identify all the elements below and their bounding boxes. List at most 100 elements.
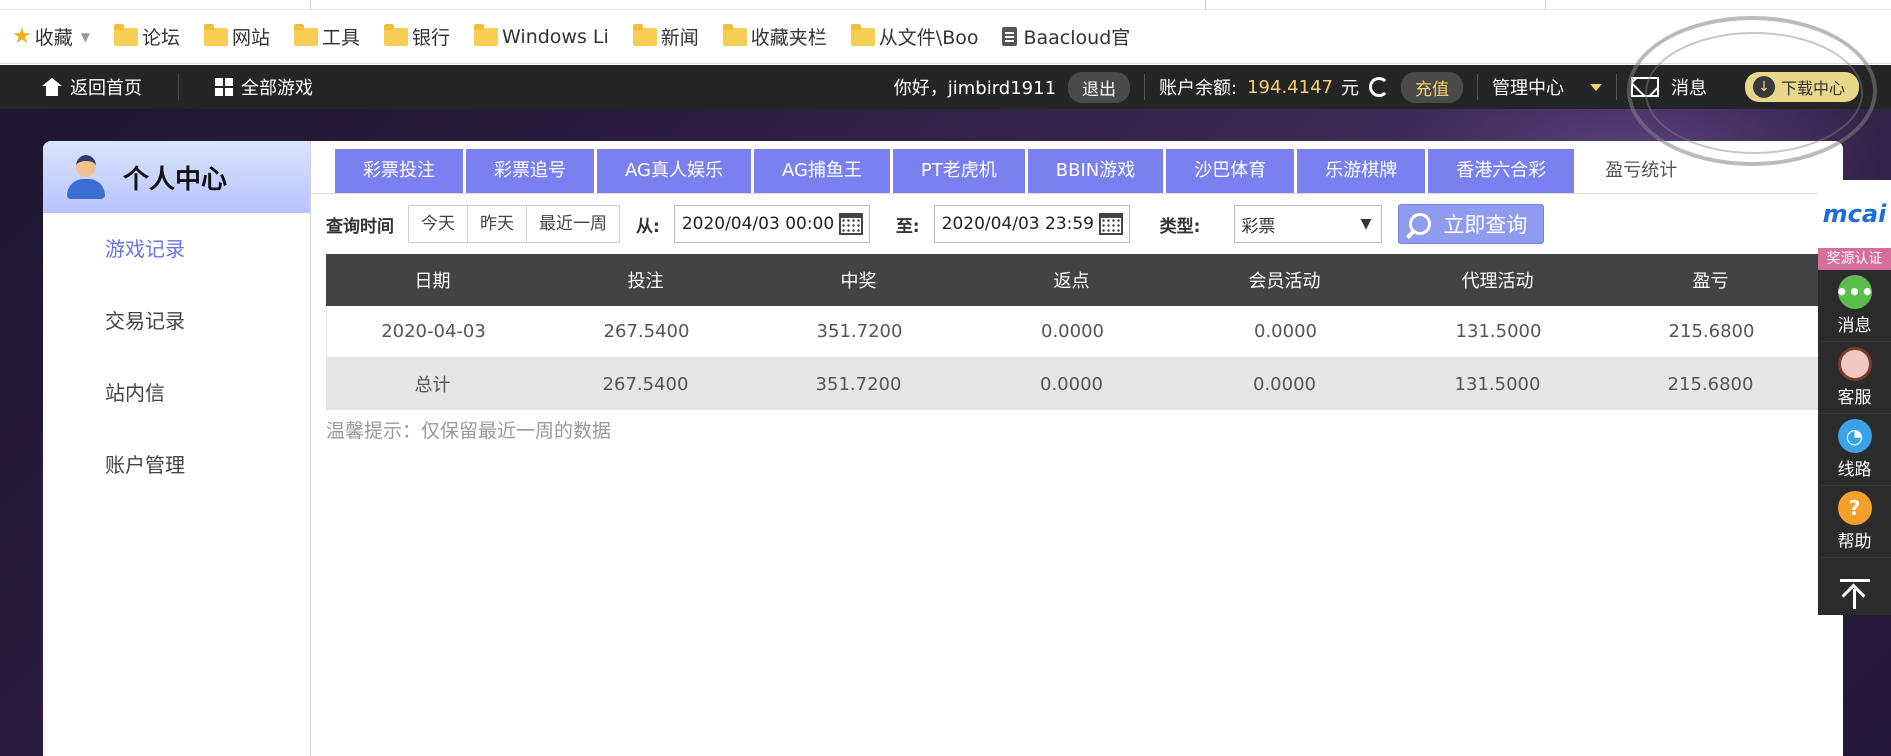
table-header-row: 日期 投注 中奖 返点 会员活动 代理活动 盈亏 bbox=[326, 254, 1843, 306]
sidebar-item-account-management[interactable]: 账户管理 bbox=[43, 429, 310, 501]
tab-saba-sports[interactable]: 沙巴体育 bbox=[1166, 149, 1295, 193]
folder-icon bbox=[632, 23, 657, 46]
chevron-down-icon: ▼ bbox=[1360, 216, 1372, 232]
tab-bbin[interactable]: BBIN游戏 bbox=[1027, 149, 1164, 193]
bookmark-folder[interactable]: 收藏夹栏 bbox=[722, 23, 827, 50]
column-header: 盈亏 bbox=[1692, 271, 1729, 292]
bookmark-folder[interactable]: 新闻 bbox=[632, 23, 699, 50]
tab-pt-slots[interactable]: PT老虎机 bbox=[892, 149, 1025, 193]
help-icon: ? bbox=[1837, 491, 1872, 525]
table-row: 2020-04-03 267.5400 351.7200 0.0000 0.00… bbox=[326, 306, 1843, 358]
download-icon: ↓ bbox=[1752, 76, 1775, 98]
table-cell: 0.0000 bbox=[1040, 373, 1103, 395]
all-games-link[interactable]: 全部游戏 bbox=[215, 74, 313, 100]
floating-side-rail: mcai 奖源认证 ••• 消息 客服 ◔ 线路 ? 帮助 bbox=[1818, 180, 1891, 615]
bookmark-folder[interactable]: Windows Li bbox=[474, 23, 609, 48]
bookmark-link[interactable]: Baacloud官 bbox=[1002, 23, 1130, 50]
range-yesterday-button[interactable]: 昨天 bbox=[468, 206, 527, 242]
column-header: 投注 bbox=[627, 271, 664, 292]
tab-ag-live[interactable]: AG真人娱乐 bbox=[597, 149, 751, 193]
home-link[interactable]: 返回首页 bbox=[42, 74, 142, 100]
bookmark-folder[interactable]: 银行 bbox=[384, 23, 450, 50]
bookmark-folder[interactable]: 工具 bbox=[294, 23, 360, 50]
bookmark-folder[interactable]: 论坛 bbox=[113, 23, 180, 50]
table-cell: 2020-04-03 bbox=[381, 321, 486, 342]
game-tabs: 彩票投注 彩票追号 AG真人娱乐 AG捕鱼王 PT老虎机 BBIN游戏 沙巴体育… bbox=[335, 149, 1708, 193]
bookmarks-bar: ★ 收藏 ▼ 论坛 网站 工具 银行 Windows Li 新闻 收藏夹栏 从文… bbox=[0, 10, 1891, 64]
user-icon bbox=[67, 155, 105, 199]
query-bar: 查询时间 今天 昨天 最近一周 从: 2020/04/03 00:00 至: 2… bbox=[326, 204, 1545, 244]
column-header: 中奖 bbox=[840, 271, 877, 292]
table-cell: 351.7200 bbox=[815, 373, 902, 395]
range-last-week-button[interactable]: 最近一周 bbox=[527, 206, 619, 242]
to-label: 至: bbox=[895, 216, 920, 237]
sidebar-title: 个人中心 bbox=[123, 164, 228, 195]
table-cell: 总计 bbox=[414, 375, 451, 396]
back-to-top-button[interactable] bbox=[1818, 558, 1891, 630]
folder-icon bbox=[474, 23, 499, 46]
calendar-icon[interactable] bbox=[838, 213, 863, 235]
table-cell: 267.5400 bbox=[602, 373, 689, 395]
speed-gauge-icon: ◔ bbox=[1837, 419, 1872, 453]
chat-bubble-icon: ••• bbox=[1835, 275, 1874, 309]
sidebar-item-inbox[interactable]: 站内信 bbox=[43, 357, 310, 429]
balance-label: 账户余额: bbox=[1159, 78, 1238, 99]
download-center-button[interactable]: ↓ 下载中心 bbox=[1744, 72, 1859, 102]
table-total-row: 总计 267.5400 351.7200 0.0000 0.0000 131.5… bbox=[326, 358, 1843, 410]
nav-divider bbox=[1144, 74, 1146, 100]
sidebar-header: 个人中心 bbox=[43, 141, 310, 213]
user-center-panel: 个人中心 游戏记录 交易记录 站内信 账户管理 彩票投注 彩票追号 AG真人娱乐… bbox=[43, 141, 1843, 756]
folder-icon bbox=[850, 23, 875, 46]
folder-icon bbox=[384, 23, 409, 46]
top-navbar: 返回首页 全部游戏 你好，jimbird1911 退出 账户余额: 194.41… bbox=[0, 65, 1891, 109]
search-button[interactable]: 立即查询 bbox=[1398, 204, 1545, 244]
bookmark-folder[interactable]: 从文件\Boo bbox=[850, 23, 978, 50]
arrow-up-icon bbox=[1839, 579, 1870, 609]
tab-ag-fishing[interactable]: AG捕鱼王 bbox=[753, 149, 890, 193]
column-header: 返点 bbox=[1053, 271, 1090, 292]
rail-support-button[interactable]: 客服 bbox=[1818, 342, 1891, 414]
column-header: 会员活动 bbox=[1248, 271, 1321, 292]
logout-button[interactable]: 退出 bbox=[1068, 71, 1131, 103]
folder-icon bbox=[294, 23, 319, 46]
admin-center-menu[interactable]: 管理中心 bbox=[1492, 74, 1602, 100]
bookmark-favorites[interactable]: ★ 收藏 ▼ bbox=[12, 23, 90, 50]
support-agent-icon bbox=[1837, 347, 1872, 381]
to-date-input[interactable]: 2020/04/03 23:59 bbox=[933, 205, 1130, 243]
rail-routes-button[interactable]: ◔ 线路 bbox=[1818, 414, 1891, 486]
table-cell: 215.6800 bbox=[1668, 321, 1755, 342]
balance-value: 194.4147 bbox=[1247, 76, 1333, 98]
star-icon: ★ bbox=[12, 24, 32, 49]
tab-lottery-bet[interactable]: 彩票投注 bbox=[335, 149, 463, 193]
grid-icon bbox=[215, 78, 233, 96]
sidebar-item-transaction-records[interactable]: 交易记录 bbox=[43, 285, 310, 357]
document-icon bbox=[1002, 27, 1018, 46]
nav-divider bbox=[178, 74, 179, 100]
table-cell: 131.5000 bbox=[1454, 373, 1541, 395]
refresh-icon[interactable] bbox=[1368, 77, 1389, 97]
table-cell: 0.0000 bbox=[1254, 321, 1317, 342]
rail-help-button[interactable]: ? 帮助 bbox=[1818, 486, 1891, 558]
search-icon bbox=[1409, 213, 1432, 235]
browser-top-strip bbox=[0, 0, 1891, 10]
nav-divider bbox=[1615, 74, 1617, 100]
type-label: 类型: bbox=[1159, 216, 1201, 237]
home-icon bbox=[42, 78, 62, 96]
mail-icon bbox=[1630, 77, 1659, 97]
tab-leyou-chess[interactable]: 乐游棋牌 bbox=[1297, 149, 1426, 193]
rail-messages-button[interactable]: ••• 消息 bbox=[1818, 270, 1891, 342]
messages-link[interactable]: 消息 bbox=[1630, 74, 1707, 100]
table-cell: 215.6800 bbox=[1667, 373, 1754, 395]
tab-lottery-chase[interactable]: 彩票追号 bbox=[466, 149, 594, 193]
sidebar-item-game-records[interactable]: 游戏记录 bbox=[43, 213, 310, 285]
recharge-button[interactable]: 充值 bbox=[1400, 71, 1463, 103]
bookmark-folder[interactable]: 网站 bbox=[204, 23, 270, 50]
tab-profit-loss[interactable]: 盈亏统计 bbox=[1577, 149, 1706, 193]
from-date-input[interactable]: 2020/04/03 00:00 bbox=[673, 205, 870, 243]
data-retention-tip: 温馨提示：仅保留最近一周的数据 bbox=[326, 420, 612, 442]
range-today-button[interactable]: 今天 bbox=[409, 206, 468, 242]
calendar-icon[interactable] bbox=[1098, 213, 1123, 235]
greeting-text: 你好，jimbird1911 bbox=[893, 78, 1057, 99]
type-select[interactable]: 彩票 ▼ bbox=[1234, 205, 1383, 243]
tab-hk-mark-six[interactable]: 香港六合彩 bbox=[1428, 149, 1575, 193]
